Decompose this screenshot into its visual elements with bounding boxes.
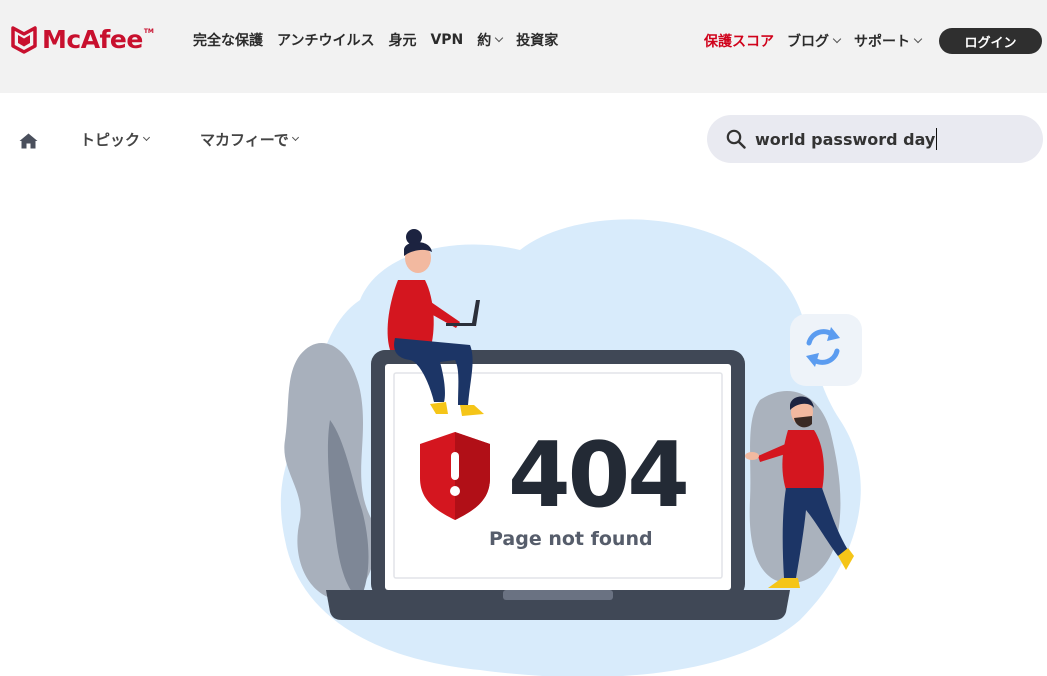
nav-support[interactable]: サポート [854,31,923,51]
nav-blog[interactable]: ブログ [787,31,842,51]
nav-label: 完全な保護 [193,33,263,49]
refresh-bubble [790,314,862,386]
secondary-nav: 保護スコア ブログ サポート ログイン [704,28,1042,54]
nav-label: 身元 [388,33,417,49]
mcafee-shield-icon [11,26,37,54]
text-caret [936,128,938,150]
laptop-notch [503,590,613,600]
primary-nav: 完全な保護 アンチウイルス 身元 VPN 約 投資家 [193,29,572,51]
error-code: 404 [508,423,690,528]
chevron-down-icon [142,133,151,142]
brand-trademark: TM [143,27,154,35]
nav-label: サポート [854,34,910,50]
error-message: Page not found [489,528,653,550]
subnav-label: トピック [80,131,141,149]
brand-name: McAfee [42,25,143,54]
subnav-label: マカフィーで [200,131,289,149]
chevron-down-icon [913,34,923,44]
chevron-down-icon [291,133,299,142]
mcafee-logo[interactable]: McAfee TM [11,25,154,55]
nav-full-protection[interactable]: 完全な保護 [193,30,263,50]
top-bar: McAfee TM 完全な保護 アンチウイルス 身元 VPN 約 投資家 保護ス… [0,0,1047,93]
nav-antivirus[interactable]: アンチウイルス [277,30,374,50]
nav-investors[interactable]: 投資家 [516,30,558,50]
search-input[interactable]: world password day [755,127,938,151]
nav-label: アンチウイルス [277,33,375,49]
search-icon[interactable] [726,129,746,149]
nav-label: 約 [477,33,492,49]
blog-subnav: トピック マカフィーで world password day [0,93,1047,188]
search-input-value: world password day [755,129,936,149]
chevron-down-icon [832,34,842,44]
error-illustration: 404 Page not found [0,188,1047,676]
home-icon[interactable] [19,133,38,149]
nav-vpn[interactable]: VPN [430,32,463,48]
search-box[interactable]: world password day [707,115,1043,163]
subnav-at-mcafee[interactable]: マカフィーで [200,129,299,150]
nav-identity[interactable]: 身元 [388,30,416,50]
nav-about[interactable]: 約 [477,30,504,50]
nav-label: VPN [430,32,464,48]
nav-protection-score[interactable]: 保護スコア [704,31,774,51]
chevron-down-icon [495,33,504,43]
nav-label: ブログ [787,34,829,50]
nav-label: 投資家 [516,33,559,49]
nav-label: 保護スコア [704,34,774,50]
subnav-topics[interactable]: トピック [80,129,151,150]
login-button[interactable]: ログイン [939,28,1042,54]
